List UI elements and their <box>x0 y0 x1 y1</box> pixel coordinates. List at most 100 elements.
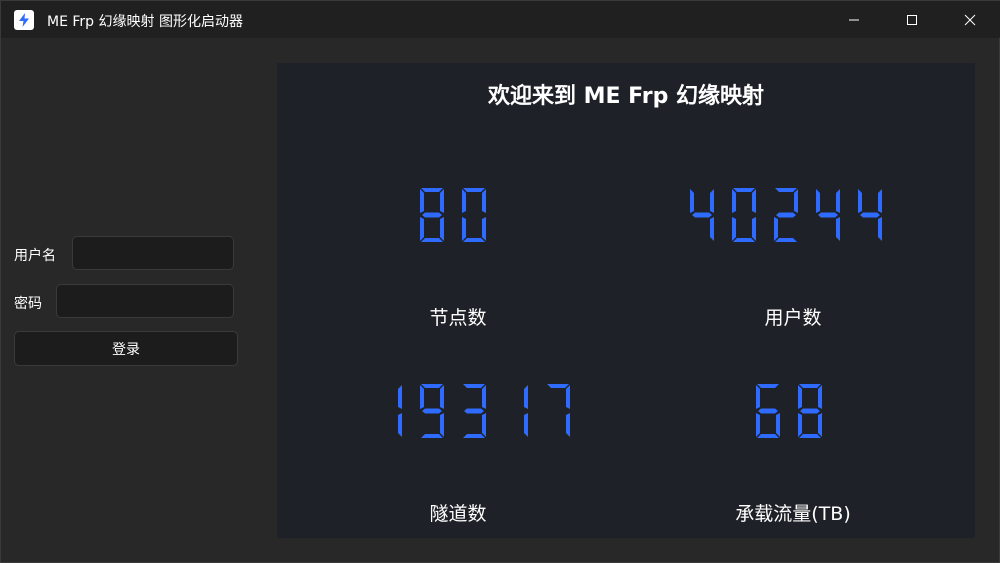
lcd-segment <box>732 189 736 213</box>
lcd-segment <box>733 188 755 192</box>
lcd-segment <box>463 384 485 388</box>
lcd-segment <box>775 238 797 242</box>
stats-panel: 欢迎来到 ME Frp 幻缘映射 节点数 用户数 隧道数 承载流量(TB) <box>277 63 975 538</box>
lcd-segment <box>756 385 760 409</box>
lcd-segment <box>878 217 882 241</box>
maximize-icon <box>907 14 917 25</box>
username-label: 用户名 <box>14 248 56 264</box>
lcd-digit <box>690 189 714 241</box>
close-icon <box>964 14 976 25</box>
lcd-digit <box>798 384 822 438</box>
minimize-button[interactable] <box>825 1 883 38</box>
lcd-segment <box>776 212 796 218</box>
lcd-segment <box>775 188 797 192</box>
lcd-segment <box>482 189 486 213</box>
lcd-segment <box>858 189 862 213</box>
lcd-segment <box>422 212 442 218</box>
lcd-segment <box>566 385 570 409</box>
lcd-digit <box>547 384 570 437</box>
lcd-segment <box>752 189 756 213</box>
lcd-segment <box>756 413 760 437</box>
lcd-segment <box>798 385 802 409</box>
lcd-segment <box>752 217 756 241</box>
lcd-segment <box>462 189 466 213</box>
lcd-segment <box>440 413 444 437</box>
close-button[interactable] <box>941 1 999 38</box>
lcd-segment <box>692 212 712 218</box>
lcd-digit <box>732 188 756 242</box>
stat-user-count-label: 用户数 <box>764 307 822 329</box>
stat-traffic-label: 承载流量(TB) <box>735 503 851 525</box>
lcd-segment <box>462 217 466 241</box>
lcd-segment <box>398 413 402 437</box>
lcd-digit <box>524 385 528 437</box>
lcd-segment <box>818 212 838 218</box>
lcd-segment <box>757 434 779 438</box>
lcd-segment <box>732 217 736 241</box>
maximize-button[interactable] <box>883 1 941 38</box>
lcd-segment <box>421 238 443 242</box>
lcd-segment <box>798 413 802 437</box>
lcd-segment <box>836 217 840 241</box>
welcome-heading: 欢迎来到 ME Frp 幻缘映射 <box>487 84 765 109</box>
lcd-segment <box>690 189 694 213</box>
lcd-digit <box>816 189 840 241</box>
stat-tunnel-count-display <box>375 383 573 439</box>
lcd-segment <box>482 413 486 437</box>
lcd-digit <box>858 189 882 241</box>
lcd-digit <box>774 188 798 242</box>
lcd-segment <box>710 217 714 241</box>
lcd-segment <box>463 434 485 438</box>
lcd-segment <box>776 413 780 437</box>
lcd-segment <box>816 189 820 213</box>
lcd-segment <box>440 217 444 241</box>
lightning-icon <box>14 10 34 30</box>
window-title: ME Frp 幻缘映射 图形化启动器 <box>47 14 243 30</box>
lcd-segment <box>800 408 820 414</box>
lcd-segment <box>799 384 821 388</box>
lcd-segment <box>421 384 443 388</box>
lcd-segment <box>463 238 485 242</box>
lcd-segment <box>836 189 840 213</box>
password-input[interactable] <box>56 284 234 318</box>
lcd-segment <box>710 189 714 213</box>
lcd-segment <box>482 217 486 241</box>
password-label: 密码 <box>14 296 42 312</box>
lcd-segment <box>440 189 444 213</box>
lcd-segment <box>421 188 443 192</box>
lcd-segment <box>757 384 779 388</box>
lcd-segment <box>566 413 570 437</box>
lcd-segment <box>758 408 778 414</box>
lcd-segment <box>482 385 486 409</box>
lcd-segment <box>860 212 880 218</box>
lcd-segment <box>878 189 882 213</box>
lcd-segment <box>733 238 755 242</box>
stat-node-count-label: 节点数 <box>429 307 487 329</box>
lcd-segment <box>818 385 822 409</box>
lcd-digit <box>756 384 780 438</box>
login-button[interactable]: 登录 <box>14 331 238 366</box>
lcd-segment <box>420 189 424 213</box>
lcd-digit <box>398 385 402 437</box>
minimize-icon <box>849 19 859 20</box>
lcd-segment <box>774 217 778 241</box>
lcd-segment <box>422 408 442 414</box>
lcd-digit <box>420 384 444 438</box>
lcd-segment <box>547 384 569 388</box>
lcd-segment <box>464 408 484 414</box>
lcd-segment <box>799 434 821 438</box>
lcd-digit <box>463 384 486 438</box>
lcd-digit <box>462 188 486 242</box>
login-panel: 用户名 密码 登录 <box>1 38 261 563</box>
lcd-digit <box>420 188 444 242</box>
lcd-segment <box>818 413 822 437</box>
username-input[interactable] <box>72 236 234 270</box>
app-window: ME Frp 幻缘映射 图形化启动器 用户名 密码 登录 欢迎来到 ME Frp… <box>0 0 1000 563</box>
stat-user-count-display <box>687 187 885 243</box>
lcd-segment <box>794 189 798 213</box>
stat-traffic-display <box>753 383 825 439</box>
title-bar: ME Frp 幻缘映射 图形化启动器 <box>1 1 1000 38</box>
lcd-segment <box>440 385 444 409</box>
lcd-segment <box>421 434 443 438</box>
lcd-segment <box>524 413 528 437</box>
